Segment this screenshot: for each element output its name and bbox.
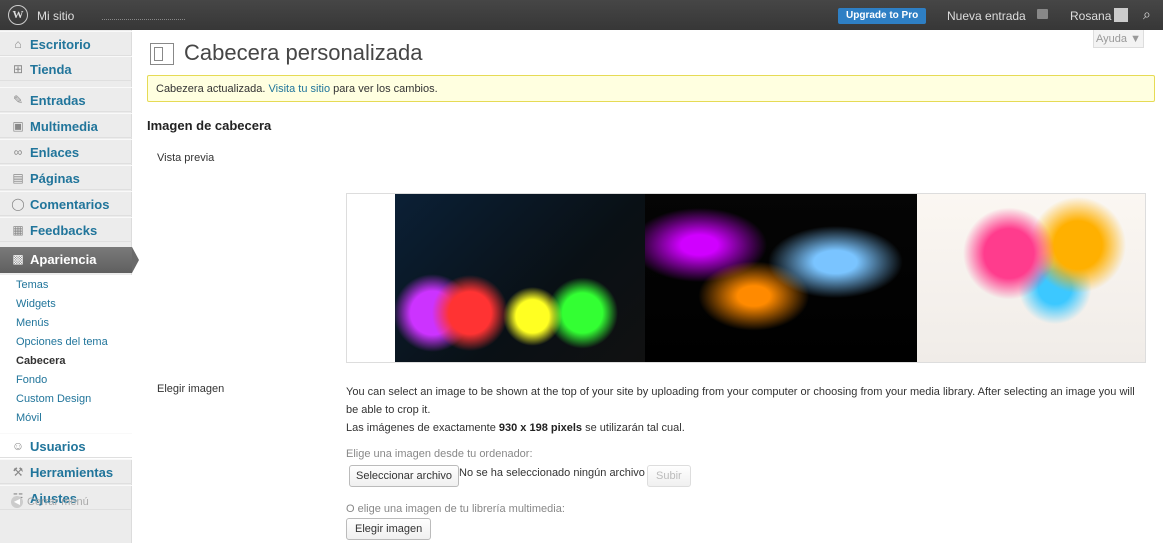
pages-icon: ▤: [12, 171, 24, 185]
size-text-after: se utilizarán tal cual.: [582, 422, 685, 434]
sidebar-item-paginas[interactable]: ▤ Páginas: [0, 165, 132, 190]
sidebar-item-escritorio[interactable]: ⌂ Escritorio: [0, 31, 132, 56]
sidebar-item-label: Entradas: [30, 93, 86, 108]
feedback-icon: ▦: [12, 223, 24, 237]
sidebar-item-usuarios[interactable]: ☺ Usuarios: [0, 433, 132, 458]
header-image-preview: [346, 193, 1146, 363]
tools-icon: ⚒: [12, 465, 24, 479]
cart-icon: ⊞: [12, 62, 24, 76]
submenu-item-movil[interactable]: Móvil: [16, 412, 42, 424]
upload-label: Elige una imagen desde tu ordenador:: [346, 448, 533, 460]
link-icon: ∞: [13, 145, 23, 159]
notice-text-after: para ver los cambios.: [330, 83, 438, 95]
library-label: O elige una imagen de tu librería multim…: [346, 503, 565, 515]
sidebar-item-label: Usuarios: [30, 439, 86, 454]
sidebar-item-entradas[interactable]: ✎ Entradas: [0, 87, 132, 112]
sidebar-item-label: Herramientas: [30, 465, 114, 480]
notice-text-before: Cabezera actualizada.: [156, 83, 269, 95]
sidebar-item-label: Páginas: [30, 171, 80, 186]
sidebar-item-tienda[interactable]: ⊞ Tienda: [0, 56, 132, 81]
sidebar-item-label: Enlaces: [30, 145, 80, 160]
page-title: Cabecera personalizada: [184, 40, 423, 65]
sidebar-item-enlaces[interactable]: ∞ Enlaces: [0, 139, 132, 164]
update-notice: Cabezera actualizada. Visita tu sitio pa…: [147, 75, 1155, 102]
header-image-smoke: [645, 194, 917, 362]
submenu-item-menus[interactable]: Menús: [16, 317, 49, 329]
search-icon[interactable]: ⌕: [1143, 6, 1151, 23]
submenu-item-widgets[interactable]: Widgets: [16, 298, 56, 310]
header-page-icon: [150, 43, 174, 65]
section-title: Imagen de cabecera: [147, 118, 272, 133]
admin-sidebar: ⌂ Escritorio ⊞ Tienda ✎ Entradas ▣ Multi…: [0, 30, 139, 543]
new-post-link[interactable]: Nueva entrada: [947, 9, 1026, 23]
user-account-link[interactable]: Rosana: [1070, 9, 1111, 23]
sidebar-item-label: Apariencia: [30, 252, 97, 267]
pin-icon: ✎: [12, 93, 24, 107]
choose-image-button[interactable]: Elegir imagen: [346, 518, 432, 540]
active-menu-arrow: [132, 247, 139, 273]
wordpress-logo-icon[interactable]: W: [8, 5, 28, 25]
select-file-button[interactable]: Seleccionar archivo: [349, 465, 459, 487]
submenu-item-cabecera[interactable]: Cabecera: [16, 355, 66, 367]
sidebar-item-apariencia[interactable]: ▩ Apariencia: [0, 247, 139, 273]
choose-image-label: Elegir imagen: [157, 383, 225, 395]
sidebar-item-comentarios[interactable]: ◯ Comentarios: [0, 191, 132, 216]
sidebar-item-label: Feedbacks: [30, 223, 98, 238]
submenu-item-opciones-del-tema[interactable]: Opciones del tema: [16, 336, 108, 348]
size-dimensions: 930 x 198 pixels: [498, 422, 583, 434]
collapse-menu-label: Cerrar menú: [27, 496, 89, 508]
sidebar-item-feedbacks[interactable]: ▦ Feedbacks: [0, 217, 132, 242]
sidebar-item-herramientas[interactable]: ⚒ Herramientas: [0, 459, 132, 484]
collapse-menu-button[interactable]: ◀ Cerrar menú: [11, 496, 89, 509]
submenu-item-fondo[interactable]: Fondo: [16, 374, 47, 386]
site-name-link[interactable]: Mi sitio: [37, 9, 74, 23]
header-image-jars: [395, 194, 645, 362]
sidebar-item-label: Multimedia: [30, 119, 98, 134]
header-image-tree: [917, 194, 1145, 362]
submenu-item-custom-design[interactable]: Custom Design: [16, 393, 91, 405]
avatar[interactable]: [1114, 8, 1128, 22]
size-text-before: Las imágenes de exactamente: [346, 422, 499, 434]
size-description: Las imágenes de exactamente 930 x 198 pi…: [346, 419, 1146, 437]
sidebar-item-label: Tienda: [30, 62, 72, 77]
collapse-arrow-icon: ◀: [11, 496, 23, 509]
upload-description: You can select an image to be shown at t…: [346, 386, 1135, 416]
comment-icon: ◯: [11, 197, 25, 211]
no-file-text: No se ha seleccionado ningún archivo: [459, 467, 645, 479]
upload-submit-button[interactable]: Subir: [647, 465, 691, 487]
visit-site-link[interactable]: Visita tu sitio: [269, 83, 331, 95]
upgrade-to-pro-button[interactable]: Upgrade to Pro: [838, 8, 927, 24]
submenu-item-temas[interactable]: Temas: [16, 279, 48, 291]
users-icon: ☺: [11, 439, 25, 453]
appearance-icon: ▩: [12, 252, 24, 266]
admin-bar: W Mi sitio Upgrade to Pro Nueva entrada …: [0, 0, 1163, 30]
sidebar-item-label: Comentarios: [30, 197, 110, 212]
sidebar-item-label: Escritorio: [30, 37, 91, 52]
admin-bar-divider: [102, 19, 185, 20]
media-icon: ▣: [12, 119, 24, 133]
help-tab-button[interactable]: Ayuda ▼: [1093, 30, 1144, 48]
dashboard-icon: ⌂: [14, 37, 22, 51]
sidebar-item-multimedia[interactable]: ▣ Multimedia: [0, 113, 132, 138]
comments-icon[interactable]: [1037, 9, 1048, 19]
preview-label: Vista previa: [157, 152, 215, 164]
